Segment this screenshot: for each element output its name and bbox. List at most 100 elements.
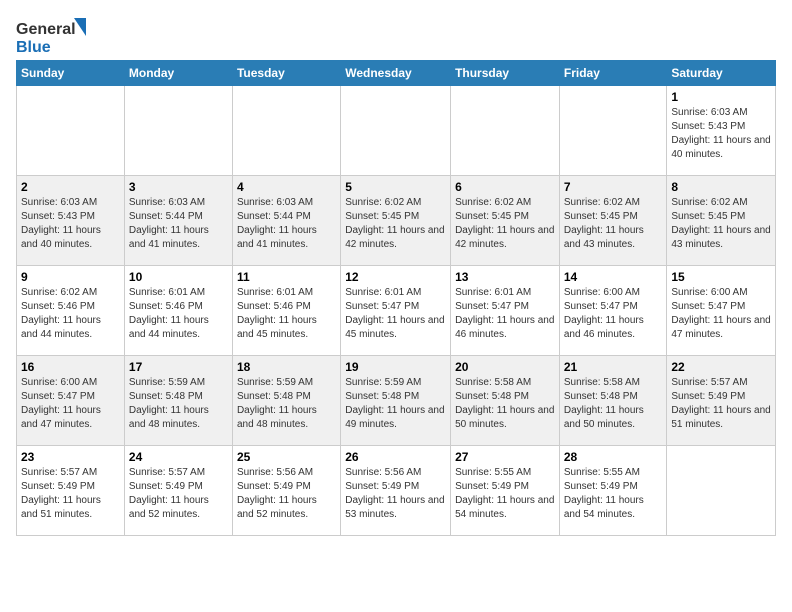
cell-info: Sunrise: 6:01 AM Sunset: 5:46 PM Dayligh… xyxy=(237,286,336,342)
column-header-monday: Monday xyxy=(124,61,232,86)
day-number: 7 xyxy=(564,180,663,194)
calendar-cell: 18 Sunrise: 5:59 AM Sunset: 5:48 PM Dayli… xyxy=(232,356,340,446)
cell-info: Sunrise: 6:02 AM Sunset: 5:45 PM Dayligh… xyxy=(455,196,555,252)
calendar-cell: 24 Sunrise: 5:57 AM Sunset: 5:49 PM Dayli… xyxy=(124,446,232,536)
day-number: 19 xyxy=(345,360,446,374)
cell-info: Sunrise: 6:02 AM Sunset: 5:45 PM Dayligh… xyxy=(345,196,446,252)
cell-info: Sunrise: 5:57 AM Sunset: 5:49 PM Dayligh… xyxy=(671,376,771,432)
calendar-cell: 19 Sunrise: 5:59 AM Sunset: 5:48 PM Dayli… xyxy=(341,356,451,446)
day-number: 3 xyxy=(129,180,228,194)
calendar-cell: 17Sunrise: 5:59 AM Sunset: 5:48 PM Dayli… xyxy=(124,356,232,446)
calendar-cell xyxy=(17,86,125,176)
column-header-wednesday: Wednesday xyxy=(341,61,451,86)
calendar-cell xyxy=(341,86,451,176)
calendar-cell: 4 Sunrise: 6:03 AM Sunset: 5:44 PM Daylig… xyxy=(232,176,340,266)
day-number: 6 xyxy=(455,180,555,194)
calendar-cell: 21 Sunrise: 5:58 AM Sunset: 5:48 PM Dayli… xyxy=(559,356,667,446)
day-number: 4 xyxy=(237,180,336,194)
cell-info: Sunrise: 6:03 AM Sunset: 5:44 PM Dayligh… xyxy=(129,196,228,252)
calendar-cell: 16 Sunrise: 6:00 AM Sunset: 5:47 PM Dayli… xyxy=(17,356,125,446)
calendar-cell: 9 Sunrise: 6:02 AM Sunset: 5:46 PM Daylig… xyxy=(17,266,125,356)
calendar-cell xyxy=(232,86,340,176)
day-number: 8 xyxy=(671,180,771,194)
calendar-cell xyxy=(667,446,776,536)
page-header: General Blue xyxy=(16,16,776,52)
day-number: 20 xyxy=(455,360,555,374)
calendar-cell: 1 Sunrise: 6:03 AM Sunset: 5:43 PM Daylig… xyxy=(667,86,776,176)
calendar-cell: 26Sunrise: 5:56 AM Sunset: 5:49 PM Dayli… xyxy=(341,446,451,536)
day-number: 18 xyxy=(237,360,336,374)
calendar-week-5: 23 Sunrise: 5:57 AM Sunset: 5:49 PM Dayli… xyxy=(17,446,776,536)
day-number: 10 xyxy=(129,270,228,284)
calendar-cell: 5 Sunrise: 6:02 AM Sunset: 5:45 PM Daylig… xyxy=(341,176,451,266)
calendar-table: SundayMondayTuesdayWednesdayThursdayFrid… xyxy=(16,60,776,536)
calendar-cell: 14 Sunrise: 6:00 AM Sunset: 5:47 PM Dayli… xyxy=(559,266,667,356)
calendar-cell: 20 Sunrise: 5:58 AM Sunset: 5:48 PM Dayli… xyxy=(451,356,560,446)
column-header-friday: Friday xyxy=(559,61,667,86)
calendar-cell: 23 Sunrise: 5:57 AM Sunset: 5:49 PM Dayli… xyxy=(17,446,125,536)
cell-info: Sunrise: 6:00 AM Sunset: 5:47 PM Dayligh… xyxy=(21,376,120,432)
cell-info: Sunrise: 5:58 AM Sunset: 5:48 PM Dayligh… xyxy=(455,376,555,432)
cell-info: Sunrise: 6:03 AM Sunset: 5:44 PM Dayligh… xyxy=(237,196,336,252)
calendar-cell: 15 Sunrise: 6:00 AM Sunset: 5:47 PM Dayli… xyxy=(667,266,776,356)
day-number: 21 xyxy=(564,360,663,374)
cell-info: Sunrise: 5:58 AM Sunset: 5:48 PM Dayligh… xyxy=(564,376,663,432)
logo: General Blue xyxy=(16,16,76,52)
calendar-cell: 8 Sunrise: 6:02 AM Sunset: 5:45 PM Daylig… xyxy=(667,176,776,266)
cell-info: Sunrise: 6:02 AM Sunset: 5:46 PM Dayligh… xyxy=(21,286,120,342)
cell-info: Sunrise: 6:01 AM Sunset: 5:46 PM Dayligh… xyxy=(129,286,228,342)
cell-info: Sunrise: 6:00 AM Sunset: 5:47 PM Dayligh… xyxy=(564,286,663,342)
calendar-cell: 28 Sunrise: 5:55 AM Sunset: 5:49 PM Dayli… xyxy=(559,446,667,536)
day-number: 12 xyxy=(345,270,446,284)
day-number: 27 xyxy=(455,450,555,464)
day-number: 5 xyxy=(345,180,446,194)
calendar-week-2: 2 Sunrise: 6:03 AM Sunset: 5:43 PM Daylig… xyxy=(17,176,776,266)
column-header-tuesday: Tuesday xyxy=(232,61,340,86)
day-number: 25 xyxy=(237,450,336,464)
cell-info: Sunrise: 5:56 AM Sunset: 5:49 PM Dayligh… xyxy=(237,466,336,522)
calendar-cell: 7 Sunrise: 6:02 AM Sunset: 5:45 PM Daylig… xyxy=(559,176,667,266)
day-number: 15 xyxy=(671,270,771,284)
cell-info: Sunrise: 6:01 AM Sunset: 5:47 PM Dayligh… xyxy=(345,286,446,342)
cell-info: Sunrise: 6:00 AM Sunset: 5:47 PM Dayligh… xyxy=(671,286,771,342)
cell-info: Sunrise: 6:03 AM Sunset: 5:43 PM Dayligh… xyxy=(671,106,771,162)
cell-info: Sunrise: 5:59 AM Sunset: 5:48 PM Dayligh… xyxy=(237,376,336,432)
cell-info: Sunrise: 5:55 AM Sunset: 5:49 PM Dayligh… xyxy=(564,466,663,522)
cell-info: Sunrise: 6:02 AM Sunset: 5:45 PM Dayligh… xyxy=(564,196,663,252)
cell-info: Sunrise: 6:02 AM Sunset: 5:45 PM Dayligh… xyxy=(671,196,771,252)
cell-info: Sunrise: 6:01 AM Sunset: 5:47 PM Dayligh… xyxy=(455,286,555,342)
day-number: 1 xyxy=(671,90,771,104)
day-number: 22 xyxy=(671,360,771,374)
cell-info: Sunrise: 6:03 AM Sunset: 5:43 PM Dayligh… xyxy=(21,196,120,252)
calendar-cell xyxy=(124,86,232,176)
cell-info: Sunrise: 5:59 AM Sunset: 5:48 PM Dayligh… xyxy=(345,376,446,432)
calendar-cell: 11 Sunrise: 6:01 AM Sunset: 5:46 PM Dayli… xyxy=(232,266,340,356)
day-number: 24 xyxy=(129,450,228,464)
day-number: 28 xyxy=(564,450,663,464)
calendar-cell: 13Sunrise: 6:01 AM Sunset: 5:47 PM Dayli… xyxy=(451,266,560,356)
day-number: 23 xyxy=(21,450,120,464)
calendar-cell: 25 Sunrise: 5:56 AM Sunset: 5:49 PM Dayli… xyxy=(232,446,340,536)
cell-info: Sunrise: 5:57 AM Sunset: 5:49 PM Dayligh… xyxy=(129,466,228,522)
day-number: 16 xyxy=(21,360,120,374)
day-number: 9 xyxy=(21,270,120,284)
calendar-cell xyxy=(559,86,667,176)
day-number: 14 xyxy=(564,270,663,284)
cell-info: Sunrise: 5:57 AM Sunset: 5:49 PM Dayligh… xyxy=(21,466,120,522)
svg-text:General: General xyxy=(16,21,76,38)
calendar-cell xyxy=(451,86,560,176)
calendar-cell: 12 Sunrise: 6:01 AM Sunset: 5:47 PM Dayli… xyxy=(341,266,451,356)
calendar-cell: 2 Sunrise: 6:03 AM Sunset: 5:43 PM Daylig… xyxy=(17,176,125,266)
calendar-week-3: 9 Sunrise: 6:02 AM Sunset: 5:46 PM Daylig… xyxy=(17,266,776,356)
cell-info: Sunrise: 5:55 AM Sunset: 5:49 PM Dayligh… xyxy=(455,466,555,522)
day-number: 11 xyxy=(237,270,336,284)
column-header-sunday: Sunday xyxy=(17,61,125,86)
column-header-saturday: Saturday xyxy=(667,61,776,86)
column-header-thursday: Thursday xyxy=(451,61,560,86)
calendar-week-4: 16 Sunrise: 6:00 AM Sunset: 5:47 PM Dayli… xyxy=(17,356,776,446)
calendar-cell: 6 Sunrise: 6:02 AM Sunset: 5:45 PM Daylig… xyxy=(451,176,560,266)
day-number: 26 xyxy=(345,450,446,464)
calendar-header-row: SundayMondayTuesdayWednesdayThursdayFrid… xyxy=(17,61,776,86)
calendar-cell: 27 Sunrise: 5:55 AM Sunset: 5:49 PM Dayli… xyxy=(451,446,560,536)
day-number: 2 xyxy=(21,180,120,194)
